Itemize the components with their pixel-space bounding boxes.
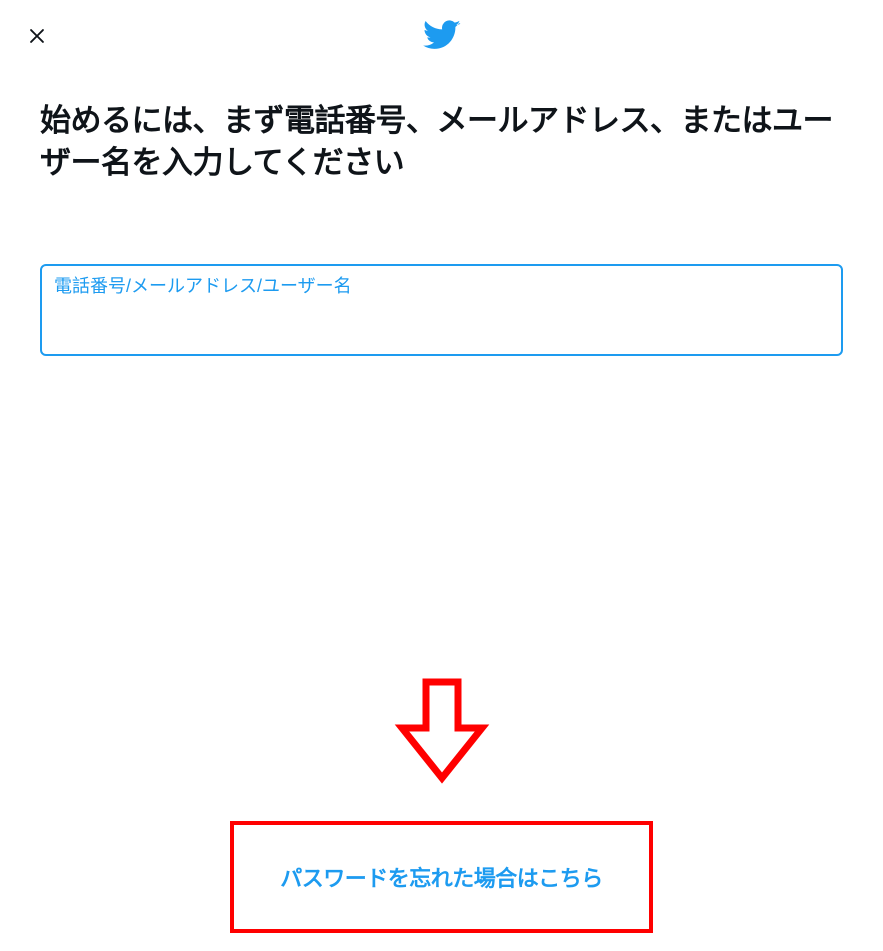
annotation-highlight-box: パスワードを忘れた場合はこちら bbox=[230, 821, 653, 933]
page-title: 始めるには、まず電話番号、メールアドレス、またはユーザー名を入力してください bbox=[40, 100, 843, 184]
modal-content: 始めるには、まず電話番号、メールアドレス、またはユーザー名を入力してください 電… bbox=[0, 70, 883, 356]
annotation-arrow-icon bbox=[394, 678, 490, 791]
identifier-label: 電話番号/メールアドレス/ユーザー名 bbox=[54, 276, 829, 298]
forgot-password-link[interactable]: パスワードを忘れた場合はこちら bbox=[280, 866, 603, 891]
close-button[interactable] bbox=[20, 20, 54, 54]
close-icon bbox=[26, 25, 48, 50]
identifier-field-wrapper[interactable]: 電話番号/メールアドレス/ユーザー名 bbox=[40, 264, 843, 356]
footer-area: パスワードを忘れた場合はこちら bbox=[0, 678, 883, 951]
twitter-logo-icon bbox=[423, 16, 461, 54]
modal-header bbox=[0, 0, 883, 70]
identifier-input[interactable] bbox=[54, 301, 829, 331]
